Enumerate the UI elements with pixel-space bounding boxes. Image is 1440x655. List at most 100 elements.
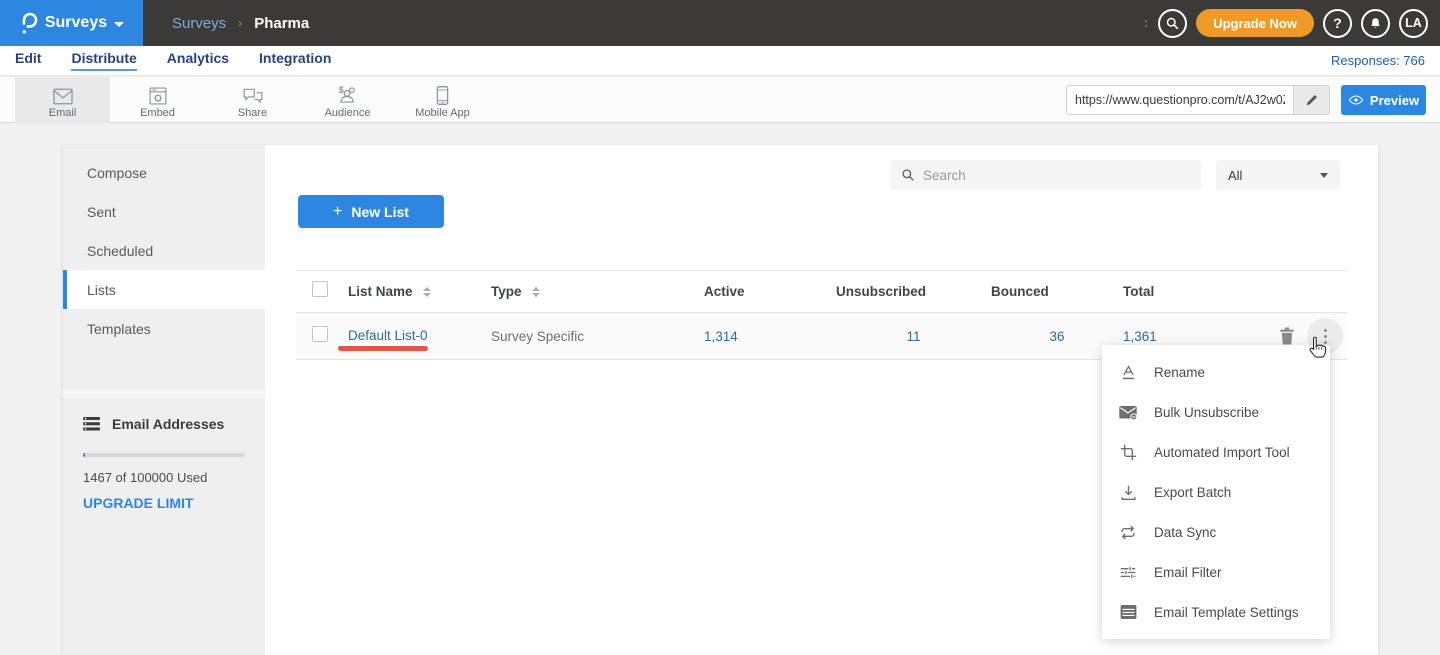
template-settings-icon [1119,603,1137,621]
app-title: Surveys [45,14,107,32]
sidebar-divider [63,390,265,398]
search-icon [1165,16,1180,31]
svg-text:$: $ [339,85,344,95]
email-sidebar: Compose Sent Scheduled Lists Templates E… [63,145,265,655]
new-list-button[interactable]: + New List [298,195,444,228]
product-switcher[interactable]: Surveys [0,0,143,46]
toolbar-item-embed[interactable]: Embed [110,77,205,123]
question-mark-icon: ? [1333,15,1342,31]
col-type: Type [491,284,522,299]
usage-progress-fill [83,453,85,457]
sidebar-item-compose[interactable]: Compose [63,153,265,192]
breadcrumb-current-survey: Pharma [254,15,309,32]
unsubscribe-envelope-icon [1119,403,1137,421]
tab-edit[interactable]: Edit [15,50,41,71]
crop-import-icon [1119,443,1137,461]
filter-selected-value: All [1228,168,1242,183]
menu-item-data-sync[interactable]: Data Sync [1102,512,1330,552]
chevron-down-icon [1320,173,1328,178]
avatar[interactable]: LA [1399,9,1428,38]
overflow-dots-icon [1145,20,1147,27]
share-icon [242,82,264,106]
toolbar-item-audience[interactable]: $ Audience [300,77,395,123]
questionpro-logo-icon [19,11,38,36]
email-icon [52,82,74,106]
bell-icon [1368,16,1383,31]
menu-item-rename[interactable]: Rename [1102,352,1330,392]
pencil-icon [1305,93,1319,107]
sidebar-item-sent[interactable]: Sent [63,192,265,231]
survey-url-input[interactable] [1067,86,1293,114]
list-search-input[interactable] [923,168,1191,183]
col-unsubscribed: Unsubscribed [836,284,991,299]
col-list-name: List Name [348,284,413,299]
plus-icon: + [333,203,342,221]
mobile-phone-icon [436,82,449,106]
top-bar-actions: Upgrade Now ? LA [1145,0,1428,46]
sidebar-item-templates[interactable]: Templates [63,309,265,348]
menu-item-email-filter[interactable]: Email Filter [1102,552,1330,592]
select-all-checkbox[interactable] [312,281,328,297]
col-active: Active [704,284,836,299]
list-actions-menu: Rename Bulk Unsubscribe Automated Import… [1102,345,1330,639]
menu-item-export-batch[interactable]: Export Batch [1102,472,1330,512]
trash-icon [1279,327,1295,345]
app-root: Surveys Surveys › Pharma Upgrade Now ? L… [0,0,1440,655]
tab-integration[interactable]: Integration [259,50,331,71]
row-checkbox[interactable] [312,326,328,342]
search-icon [901,168,915,182]
menu-item-bulk-unsubscribe[interactable]: Bulk Unsubscribe [1102,392,1330,432]
rename-icon [1119,363,1137,381]
unsubscribed-count-link[interactable]: 11 [836,329,991,344]
preview-button[interactable]: Preview [1341,85,1426,115]
total-count-link[interactable]: 1,361 [1123,329,1271,344]
delete-list-button[interactable] [1279,327,1295,345]
table-header-row: List Name Type Active Unsubscribed Bounc… [296,270,1347,313]
list-name-link[interactable]: Default List-0 [348,328,428,343]
toolbar-item-share[interactable]: Share [205,77,300,123]
sync-loop-icon [1119,523,1137,541]
address-list-icon [83,417,100,431]
sidebar-item-scheduled[interactable]: Scheduled [63,231,265,270]
toolbar-item-mobile-app[interactable]: Mobile App [395,77,490,123]
list-filter-dropdown[interactable]: All [1216,160,1340,190]
download-icon [1119,483,1137,501]
edit-url-button[interactable] [1293,86,1329,114]
email-addresses-section: Email Addresses 1467 of 100000 Used UPGR… [63,398,265,513]
toolbar-item-email[interactable]: Email [15,77,110,123]
usage-progress-bar [83,453,245,457]
avatar-initials: LA [1405,16,1422,30]
menu-item-automated-import-tool[interactable]: Automated Import Tool [1102,432,1330,472]
upgrade-limit-link[interactable]: UPGRADE LIMIT [83,495,193,511]
breadcrumb-surveys-link[interactable]: Surveys [172,15,226,32]
responses-count[interactable]: Responses: 766 [1331,53,1425,68]
help-button[interactable]: ? [1323,9,1352,38]
upgrade-now-button[interactable]: Upgrade Now [1196,9,1314,37]
top-bar: Surveys Surveys › Pharma Upgrade Now ? L… [0,0,1440,46]
notifications-button[interactable] [1361,9,1390,38]
kebab-dots-icon [1324,329,1327,332]
list-search-box [891,160,1201,190]
sidebar-item-lists[interactable]: Lists [63,270,265,309]
breadcrumb-separator-icon: › [238,16,242,30]
survey-nav-tabs: Edit Distribute Analytics Integration Re… [0,46,1440,76]
email-addresses-title: Email Addresses [112,416,224,432]
audience-icon: $ [336,82,359,106]
list-type: Survey Specific [491,329,704,344]
tab-analytics[interactable]: Analytics [167,50,229,71]
col-total: Total [1123,284,1271,299]
breadcrumb: Surveys › Pharma [172,15,324,32]
menu-item-email-template-settings[interactable]: Email Template Settings [1102,592,1330,632]
red-annotation-underline [338,346,428,351]
col-bounced: Bounced [991,284,1123,299]
sort-type-icon[interactable] [532,287,540,297]
bounced-count-link[interactable]: 36 [991,329,1123,344]
search-button[interactable] [1158,9,1187,38]
sort-list-name-icon[interactable] [423,287,431,297]
active-count-link[interactable]: 1,314 [704,329,836,344]
filter-sliders-icon [1119,563,1137,581]
chevron-down-icon [114,22,124,27]
usage-text: 1467 of 100000 Used [83,470,245,485]
tab-distribute[interactable]: Distribute [71,50,136,71]
embed-icon [148,82,168,106]
